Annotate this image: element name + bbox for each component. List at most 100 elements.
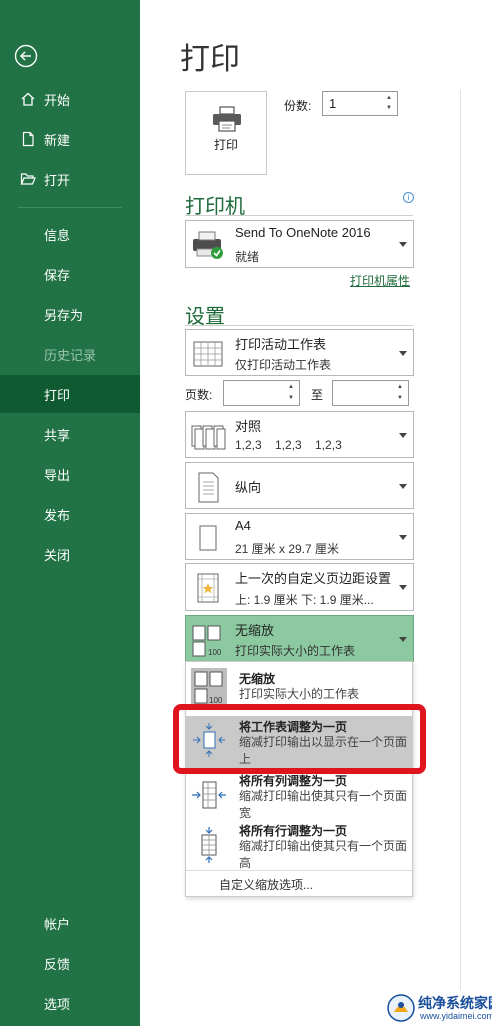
collation-subtitle: 1,2,3 1,2,3 1,2,3 (235, 438, 342, 452)
printer-dropdown[interactable]: Send To OneNote 2016 就绪 (185, 220, 414, 268)
nav-feedback-label: 反馈 (44, 956, 71, 972)
back-arrow-icon[interactable] (14, 44, 38, 68)
svg-text:100: 100 (208, 648, 222, 657)
print-button-label: 打印 (213, 138, 238, 152)
scaling-option-desc: 缩减打印输出使其只有一个页面高 (239, 839, 408, 870)
nav-open[interactable]: 打开 (0, 160, 140, 198)
nav-save-as-label: 另存为 (44, 307, 84, 323)
nav-home[interactable]: 开始 (0, 80, 140, 118)
copies-value: 1 (329, 96, 337, 111)
nav-options[interactable]: 选项 (0, 984, 140, 1022)
backstage-sidebar: 开始 新建 打开 信息 保存 另存为 历史记录 打印 共享 导出 发布 关闭 帐… (0, 0, 140, 1026)
copies-input[interactable]: 1 ▲ ▼ (322, 91, 398, 116)
nav-print[interactable]: 打印 (0, 375, 140, 413)
menu-divider (186, 870, 412, 871)
portrait-page-icon (198, 472, 219, 503)
print-what-subtitle: 仅打印活动工作表 (235, 358, 332, 372)
orientation-title: 纵向 (235, 480, 262, 495)
spin-up-icon[interactable]: ▲ (386, 95, 394, 101)
paper-size-icon (199, 525, 217, 551)
print-what-dropdown[interactable]: 打印活动工作表 仅打印活动工作表 (185, 329, 414, 376)
pages-label: 页数: (185, 388, 213, 402)
worksheet-grid-icon (193, 341, 223, 367)
nav-export[interactable]: 导出 (0, 455, 140, 493)
highlight-annotation (173, 704, 426, 774)
nav-feedback[interactable]: 反馈 (0, 944, 140, 982)
nav-close[interactable]: 关闭 (0, 535, 140, 573)
scaling-option-desc: 缩减打印输出使其只有一个页面宽 (239, 789, 408, 820)
nav-home-label: 开始 (44, 92, 71, 108)
open-folder-icon (20, 173, 36, 185)
page-title: 打印 (180, 42, 240, 77)
printer-status: 就绪 (235, 250, 260, 264)
nav-share-label: 共享 (44, 427, 71, 443)
info-icon[interactable]: i (403, 192, 414, 203)
margins-subtitle: 上: 1.9 厘米 下: 1.9 厘米... (235, 593, 374, 607)
nav-publish-label: 发布 (44, 507, 71, 523)
orientation-dropdown[interactable]: 纵向 (185, 462, 414, 509)
nav-print-label: 打印 (44, 387, 71, 403)
custom-scaling-options[interactable]: 自定义缩放选项... (219, 876, 313, 893)
chevron-down-icon (399, 585, 407, 590)
scaling-dropdown[interactable]: 100 无缩放 打印实际大小的工作表 (185, 615, 414, 662)
chevron-down-icon (399, 351, 407, 356)
pages-from-input[interactable]: ▲ ▼ (223, 380, 300, 406)
nav-close-label: 关闭 (44, 547, 71, 563)
nav-export-label: 导出 (44, 467, 71, 483)
nav-save-as[interactable]: 另存为 (0, 295, 140, 333)
paper-size-title: A4 (235, 518, 251, 533)
nav-save-label: 保存 (44, 267, 71, 283)
pages-to-input[interactable]: ▲ ▼ (332, 380, 409, 406)
nav-save[interactable]: 保存 (0, 255, 140, 293)
nav-new[interactable]: 新建 (0, 120, 140, 158)
print-pane: 打印 打印 份数: 1 ▲ ▼ 打印机 i Send To OneNote 20… (140, 0, 492, 1026)
paper-size-subtitle: 21 厘米 x 29.7 厘米 (235, 542, 340, 556)
fit-rows-icon (201, 827, 217, 863)
nav-history: 历史记录 (0, 335, 140, 373)
scaling-option-fit-rows[interactable]: 将所有行调整为一页 缩减打印输出使其只有一个页面高 (186, 822, 412, 870)
nav-account-label: 帐户 (44, 916, 71, 932)
print-button[interactable]: 打印 (185, 91, 267, 175)
scaling-option-title: 将所有列调整为一页 (239, 774, 348, 788)
scaling-option-desc: 打印实际大小的工作表 (239, 687, 360, 701)
nav-info-label: 信息 (44, 227, 71, 243)
preview-divider (460, 90, 461, 1026)
margins-dropdown[interactable]: 上一次的自定义页边距设置 上: 1.9 厘米 下: 1.9 厘米... (185, 563, 414, 611)
watermark: 纯净系统家园 www.yidaimei.com (382, 990, 492, 1026)
collated-pages-icon (191, 425, 226, 450)
spin-up-icon[interactable]: ▲ (288, 384, 296, 390)
watermark-url: www.yidaimei.com (420, 1011, 492, 1021)
printer-properties-link[interactable]: 打印机属性 (350, 272, 410, 289)
scaling-menu: 100 无缩放 打印实际大小的工作表 将工作表调整为一页 缩减打印输出以显示在一… (185, 661, 413, 897)
nav-history-label: 历史记录 (44, 347, 97, 363)
nav-options-label: 选项 (44, 996, 71, 1012)
collation-dropdown[interactable]: 对照 1,2,3 1,2,3 1,2,3 (185, 411, 414, 458)
spin-down-icon[interactable]: ▼ (386, 105, 394, 111)
scaling-option-fit-columns[interactable]: 将所有列调整为一页 缩减打印输出使其只有一个页面宽 (186, 772, 412, 820)
spin-down-icon[interactable]: ▼ (397, 395, 405, 401)
no-scaling-icon: 100 (192, 625, 222, 657)
paper-size-dropdown[interactable]: A4 21 厘米 x 29.7 厘米 (185, 513, 414, 560)
watermark-text: 纯净系统家园 (418, 995, 492, 1011)
new-document-icon (22, 131, 34, 147)
fit-columns-icon (192, 781, 226, 809)
nav-share[interactable]: 共享 (0, 415, 140, 453)
spin-down-icon[interactable]: ▼ (288, 395, 296, 401)
custom-margins-icon (197, 573, 219, 603)
printer-section-line (185, 215, 413, 216)
copies-label: 份数: (284, 99, 312, 113)
chevron-down-icon (399, 433, 407, 438)
chevron-down-icon (399, 535, 407, 540)
nav-open-label: 打开 (44, 172, 71, 188)
settings-section-line (185, 325, 413, 326)
no-scaling-icon: 100 (191, 668, 227, 706)
nav-new-label: 新建 (44, 132, 71, 148)
printer-name: Send To OneNote 2016 (235, 225, 371, 240)
nav-info[interactable]: 信息 (0, 215, 140, 253)
home-icon (21, 92, 35, 106)
spin-up-icon[interactable]: ▲ (397, 384, 405, 390)
nav-publish[interactable]: 发布 (0, 495, 140, 533)
nav-account[interactable]: 帐户 (0, 904, 140, 942)
printer-icon (213, 106, 241, 132)
chevron-down-icon (399, 637, 407, 642)
